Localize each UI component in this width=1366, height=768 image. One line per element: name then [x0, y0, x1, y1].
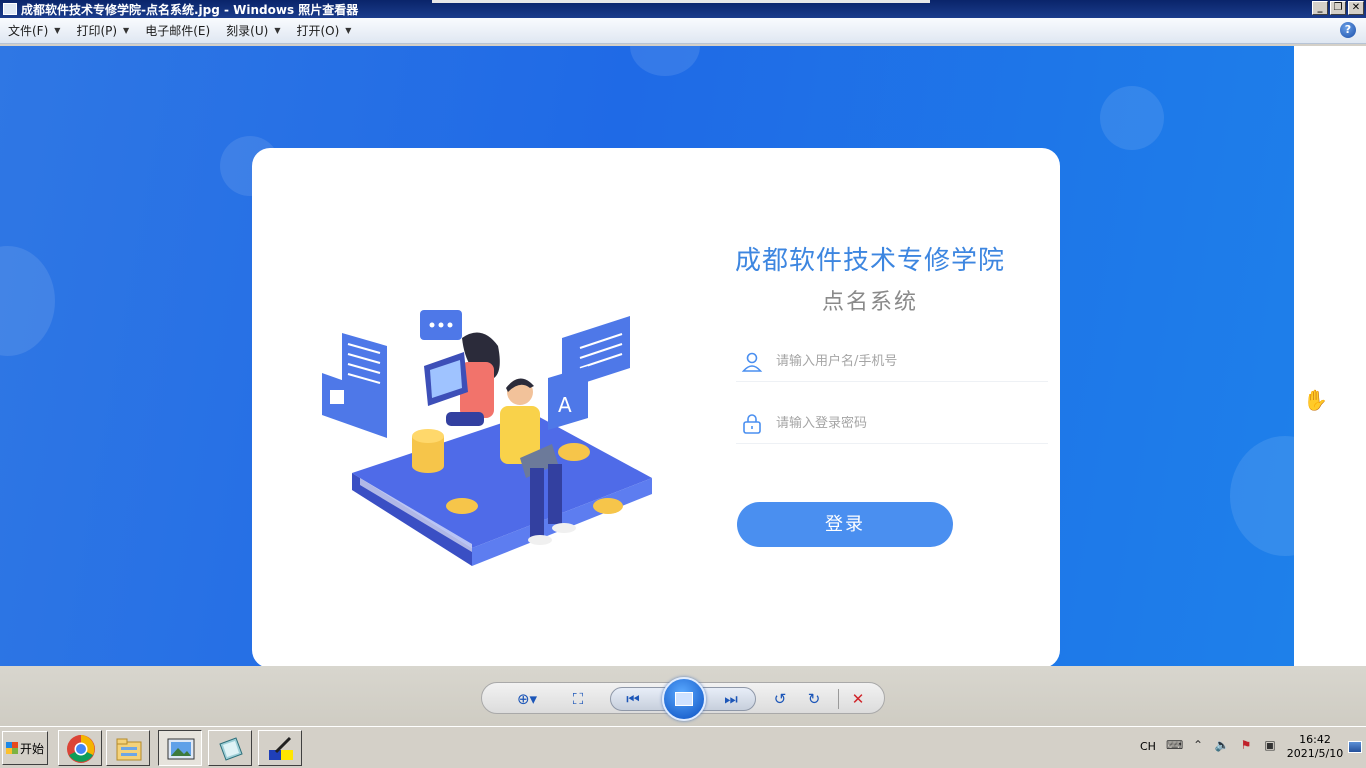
clock-time: 16:42: [1299, 733, 1331, 746]
background-circle: [630, 46, 700, 76]
background-circle: [0, 246, 55, 356]
title-overlay-strip: [432, 0, 930, 3]
rotate-right-icon[interactable]: ↻: [802, 688, 826, 710]
clock-date: 2021/5/10: [1286, 747, 1344, 760]
login-card: A 成都软件技术专修学院 点名系统 请输入用户名/手机号 登录: [252, 148, 1060, 666]
viewer-controls: ⊕▾ ⛶ ⏮ ⏭ ↺ ↻ ✕: [481, 677, 885, 721]
taskbar-chrome[interactable]: [58, 730, 102, 766]
window-title: 成都软件技术专修学院-点名系统.jpg - Windows 照片查看器: [21, 2, 359, 17]
minimize-button[interactable]: _: [1312, 1, 1328, 15]
keyboard-icon[interactable]: ⌨: [1166, 737, 1183, 753]
image-viewer-area: A 成都软件技术专修学院 点名系统 请输入用户名/手机号 登录 ✋: [0, 46, 1366, 666]
system-tray: ⌨ ⌃ 🔈 ⚑ ▣: [1166, 737, 1278, 753]
start-label: 开始: [19, 741, 44, 756]
chrome-icon: [67, 735, 95, 763]
taskbar-paint[interactable]: [258, 730, 302, 766]
network-icon[interactable]: ▣: [1262, 737, 1278, 753]
password-input[interactable]: [776, 416, 1016, 431]
notepad-icon: [219, 737, 243, 761]
rotate-left-icon[interactable]: ↺: [768, 688, 792, 710]
menu-email[interactable]: 电子邮件(E): [137, 20, 218, 42]
menu-email-label: 电子邮件(E): [145, 24, 211, 38]
next-icon[interactable]: ⏭: [719, 688, 743, 710]
lock-icon: [743, 413, 761, 434]
file-explorer-icon: [116, 738, 142, 761]
show-desktop-button[interactable]: [1348, 741, 1362, 753]
menu-file-label: 文件(F): [8, 24, 49, 38]
zoom-icon[interactable]: ⊕▾: [510, 688, 544, 710]
slideshow-screen-icon: [675, 692, 693, 706]
taskbar: 开始 CH ⌨ ⌃ 🔈 ⚑ ▣ 16:42 2021/5/10: [0, 726, 1366, 768]
delete-icon[interactable]: ✕: [846, 688, 870, 710]
school-title: 成都软件技术专修学院: [734, 246, 1005, 276]
system-subtitle: 点名系统: [821, 290, 918, 315]
volume-icon[interactable]: 🔈: [1214, 737, 1230, 753]
chevron-down-icon: ▼: [123, 26, 130, 35]
chevron-down-icon: ▼: [274, 26, 281, 35]
viewer-toolbar: ⊕▾ ⛶ ⏮ ⏭ ↺ ↻ ✕: [0, 666, 1366, 726]
restore-button[interactable]: ❐: [1330, 1, 1346, 15]
chevron-down-icon: ▼: [345, 26, 352, 35]
photo-viewer-app-icon: [3, 3, 17, 15]
menu-print-label: 打印(P): [76, 24, 118, 38]
paint-icon: [269, 736, 293, 760]
toolbar-divider: [838, 689, 839, 709]
hand-cursor-icon: ✋: [1303, 388, 1328, 412]
isometric-study-illustration: A: [322, 310, 652, 566]
close-button[interactable]: ✕: [1348, 1, 1364, 15]
action-center-flag-icon[interactable]: ⚑: [1238, 737, 1254, 753]
window-controls: _ ❐ ✕: [1312, 1, 1364, 15]
show-hidden-icons-icon[interactable]: ⌃: [1190, 737, 1206, 753]
help-icon[interactable]: ?: [1340, 22, 1356, 38]
displayed-photo: A 成都软件技术专修学院 点名系统 请输入用户名/手机号 登录: [0, 46, 1294, 666]
taskbar-notepad[interactable]: [208, 730, 252, 766]
user-icon: [741, 352, 763, 372]
menubar: 文件(F) ▼ 打印(P) ▼ 电子邮件(E) 刻录(U) ▼ 打开(O) ▼ ?: [0, 18, 1366, 44]
password-field[interactable]: [736, 404, 1048, 444]
menu-open-label: 打开(O): [296, 24, 340, 38]
background-circle: [1100, 86, 1164, 150]
background-circle: [1230, 436, 1294, 556]
slideshow-icon[interactable]: [662, 677, 706, 721]
taskbar-photo-viewer[interactable]: [158, 730, 202, 766]
taskbar-file-explorer[interactable]: [106, 730, 150, 766]
username-field[interactable]: [736, 342, 1048, 382]
actual-size-icon[interactable]: ⛶: [566, 688, 590, 710]
login-button[interactable]: 登录: [737, 502, 953, 547]
windows-flag-icon: [5, 742, 18, 754]
username-input[interactable]: [776, 354, 1016, 369]
menu-print[interactable]: 打印(P) ▼: [68, 20, 137, 42]
previous-icon[interactable]: ⏮: [621, 688, 645, 710]
input-language-indicator[interactable]: CH: [1140, 740, 1156, 753]
svg-text:A: A: [558, 393, 572, 417]
menu-file[interactable]: 文件(F) ▼: [0, 20, 68, 42]
taskbar-clock[interactable]: 16:42 2021/5/10: [1286, 733, 1344, 761]
photo-viewer-icon: [167, 738, 195, 760]
menu-open[interactable]: 打开(O) ▼: [288, 20, 359, 42]
start-button[interactable]: 开始: [2, 731, 48, 765]
chevron-down-icon: ▼: [54, 26, 61, 35]
menu-burn-label: 刻录(U): [226, 24, 269, 38]
menu-burn[interactable]: 刻录(U) ▼: [218, 20, 288, 42]
